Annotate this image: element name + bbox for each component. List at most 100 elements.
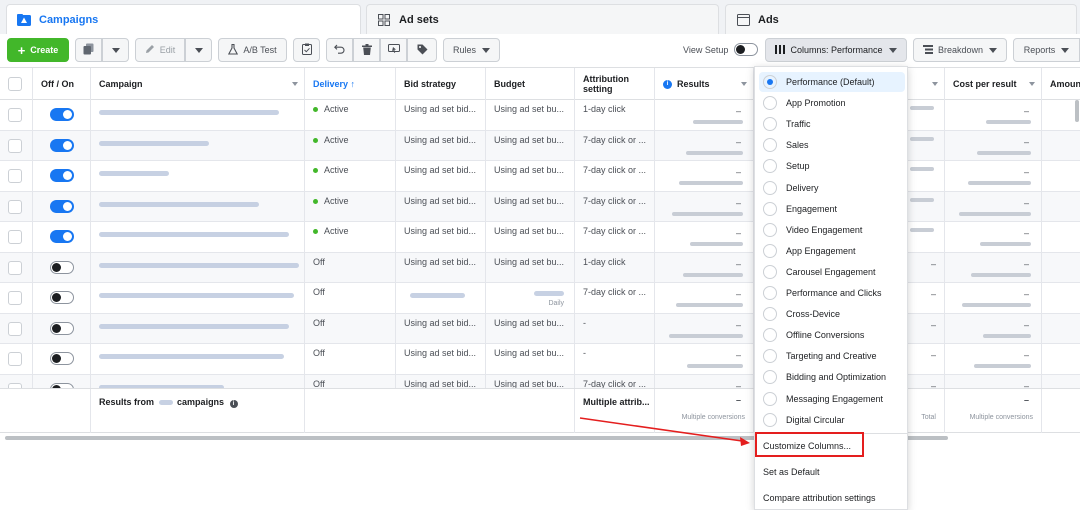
campaign-name-cell[interactable] [91,252,305,283]
delivery-cell: Active [305,191,396,222]
radio-icon [763,222,777,237]
rules-button[interactable]: Rules [443,38,500,62]
preset-item[interactable]: Performance (Default) [759,72,905,92]
preview-button[interactable] [380,38,407,62]
campaign-name-cell[interactable] [91,130,305,161]
campaign-name-cell[interactable] [91,191,305,222]
campaign-name-cell[interactable] [91,161,305,191]
table-row[interactable]: Active Using ad set bid... Using ad set bu… [0,130,1080,161]
vertical-scrollbar[interactable] [1075,100,1079,122]
preset-item[interactable]: Carousel Engagement [759,262,905,282]
table-row[interactable]: Active Using ad set bid... Using ad set bu… [0,161,1080,192]
preset-item[interactable]: Offline Conversions [759,325,905,345]
table-row[interactable]: Active Using ad set bid... Using ad set bu… [0,191,1080,222]
attribution-value: 1-day click [583,256,626,267]
create-button[interactable]: + Create [7,38,69,62]
row-checkbox[interactable] [8,260,22,275]
campaign-toggle[interactable] [50,169,74,182]
view-setup-toggle[interactable] [734,43,758,56]
preset-item[interactable]: Traffic [759,114,905,134]
campaign-name-cell[interactable] [91,313,305,344]
preset-item[interactable]: Setup [759,156,905,176]
campaign-toggle[interactable] [50,199,74,213]
tab-ad-sets[interactable]: Ad sets [366,4,719,34]
tab-campaigns[interactable]: Campaigns [6,4,361,34]
tag-button[interactable] [407,38,437,62]
campaign-name-cell[interactable] [91,222,305,252]
table-row[interactable]: Active Using ad set bid... Using ad set bu… [0,222,1080,253]
campaign-toggle[interactable] [50,291,74,304]
reach-cell [908,100,945,130]
campaign-toggle[interactable] [50,352,74,365]
preset-label: Digital Circular [786,414,845,425]
ab-test-button[interactable]: A/B Test [218,38,287,62]
row-checkbox[interactable] [8,321,22,336]
header-cost-per-result[interactable]: Cost per result [945,68,1042,100]
header-reach[interactable] [908,68,945,100]
table-row[interactable]: Off Using ad set bid... Using ad set bu...… [0,252,1080,283]
preset-item[interactable]: Sales [759,135,905,155]
clipboard-button[interactable] [293,38,320,62]
row-checkbox[interactable] [8,169,22,183]
preset-item[interactable]: App Engagement [759,241,905,261]
row-select-cell [0,344,33,374]
row-checkbox[interactable] [8,291,22,305]
compare-attribution-item[interactable]: Compare attribution settings [763,493,876,503]
preset-item[interactable]: Digital Circular [759,410,905,430]
row-checkbox[interactable] [8,352,22,366]
header-budget[interactable]: Budget [486,68,575,100]
campaign-toggle[interactable] [50,108,74,121]
campaign-name-cell[interactable] [91,100,305,130]
row-checkbox[interactable] [8,108,22,122]
attribution-cell: 7-day click or ... [575,222,655,252]
edit-dropdown-button[interactable] [185,38,212,62]
delete-button[interactable] [353,38,380,62]
breakdown-button[interactable]: Breakdown [913,38,1007,62]
header-results[interactable]: i Results [655,68,754,100]
set-as-default-item[interactable]: Set as Default [763,467,820,477]
campaign-toggle[interactable] [50,138,74,152]
footer-cost-value: – [1023,395,1029,405]
row-select-cell [0,100,33,130]
table-row[interactable]: Off Daily 7-day click or ... – – – [0,283,1080,314]
edit-button[interactable]: Edit [135,38,185,62]
delivery-status: Off [313,317,325,328]
table-row[interactable]: Active Using ad set bid... Using ad set bu… [0,100,1080,131]
row-checkbox[interactable] [8,199,22,214]
campaign-name-cell[interactable] [91,344,305,374]
redacted-campaign-name [99,140,209,146]
preset-item[interactable]: App Promotion [759,93,905,113]
header-amount-spent[interactable]: Amount [1042,68,1080,100]
preset-item[interactable]: Cross-Device [759,304,905,324]
tab-ads[interactable]: Ads [725,4,1077,34]
table-row[interactable]: Off Using ad set bid... Using ad set bu...… [0,313,1080,344]
duplicate-button[interactable] [75,38,102,62]
select-all-checkbox[interactable] [8,77,22,91]
preset-item[interactable]: Bidding and Optimization [759,367,905,387]
header-off-on[interactable]: Off / On [33,68,91,100]
campaign-name-cell[interactable] [91,283,305,313]
header-delivery[interactable]: Delivery ↑ [305,68,396,100]
header-attribution-setting[interactable]: Attribution setting [575,68,655,100]
preset-item[interactable]: Engagement [759,199,905,219]
plus-icon: + [17,42,26,58]
row-checkbox[interactable] [8,138,22,153]
reports-button[interactable]: Reports [1013,38,1080,62]
campaign-toggle[interactable] [50,260,74,274]
columns-dropdown-button[interactable]: Columns: Performance [765,38,907,62]
preset-item[interactable]: Performance and Clicks [759,283,905,303]
campaign-toggle[interactable] [50,230,74,243]
preset-item[interactable]: Messaging Engagement [759,389,905,409]
row-checkbox[interactable] [8,230,22,244]
preset-item[interactable]: Targeting and Creative [759,346,905,366]
preset-item[interactable]: Video Engagement [759,220,905,240]
row-select-cell [0,130,33,161]
header-campaign[interactable]: Campaign [91,68,305,100]
budget-cell: Using ad set bu... [486,313,575,344]
preset-item[interactable]: Delivery [759,178,905,198]
duplicate-dropdown-button[interactable] [102,38,129,62]
undo-button[interactable] [326,38,353,62]
header-bid-strategy[interactable]: Bid strategy [396,68,486,100]
table-row[interactable]: Off Using ad set bid... Using ad set bu...… [0,344,1080,375]
campaign-toggle[interactable] [50,321,74,335]
